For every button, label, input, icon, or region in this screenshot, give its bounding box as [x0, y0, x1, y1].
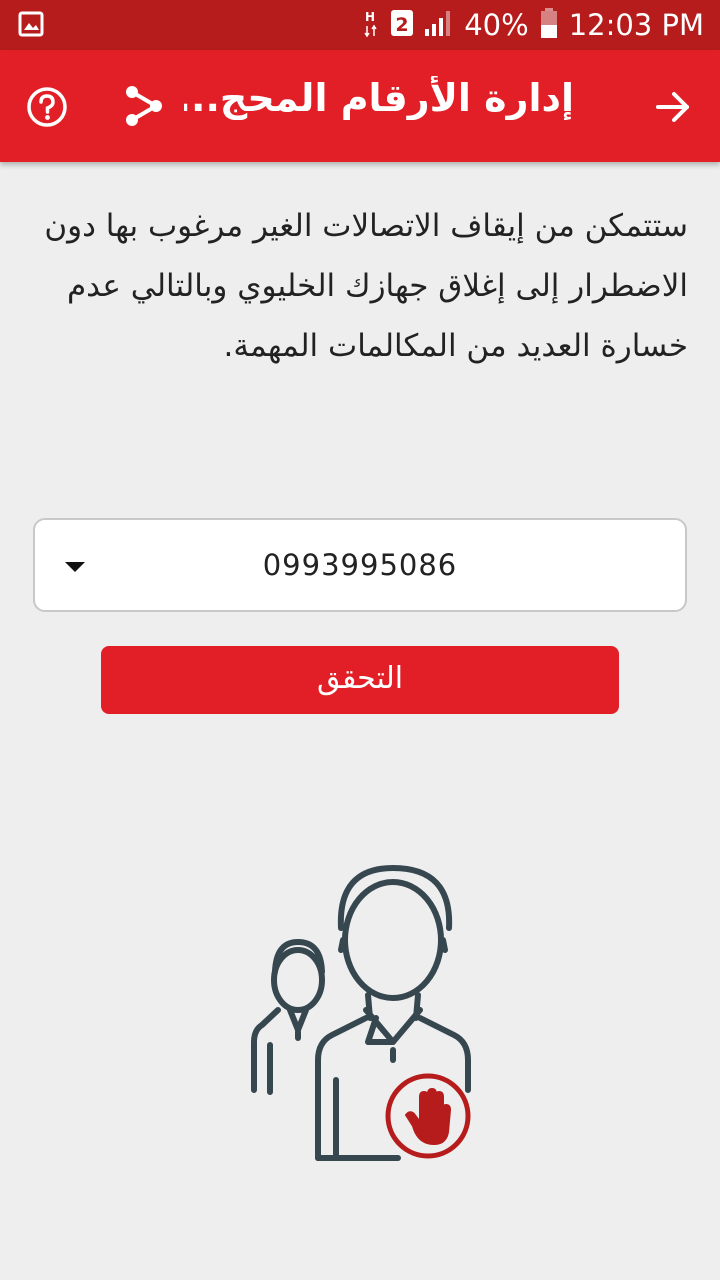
svg-text:2: 2 — [396, 14, 409, 36]
battery-percentage: 40% — [464, 8, 529, 42]
phone-number-dropdown[interactable]: 0993995086 — [33, 518, 687, 612]
sim-2-icon: 2 — [390, 8, 414, 42]
back-arrow-icon[interactable] — [654, 88, 692, 126]
status-bar: H 2 40% 12:03 PM — [0, 0, 720, 50]
signal-strength-icon — [424, 9, 454, 41]
app-bar: إدارة الأرقام المحج... — [0, 50, 720, 162]
verify-button[interactable]: التحقق — [101, 646, 619, 714]
help-icon[interactable] — [26, 86, 68, 128]
description-text: ستتمكن من إيقاف الاتصالات الغير مرغوب به… — [44, 208, 688, 364]
gallery-notification-icon — [18, 11, 44, 37]
clock: 12:03 PM — [568, 8, 704, 42]
share-icon[interactable] — [122, 84, 166, 128]
page-title: إدارة الأرقام المحج... — [184, 76, 574, 120]
network-type-icon: H — [362, 7, 380, 43]
selected-phone-number: 0993995086 — [262, 548, 458, 582]
blocked-users-illustration — [251, 865, 471, 1161]
battery-icon — [539, 7, 559, 43]
svg-text:H: H — [365, 10, 375, 24]
